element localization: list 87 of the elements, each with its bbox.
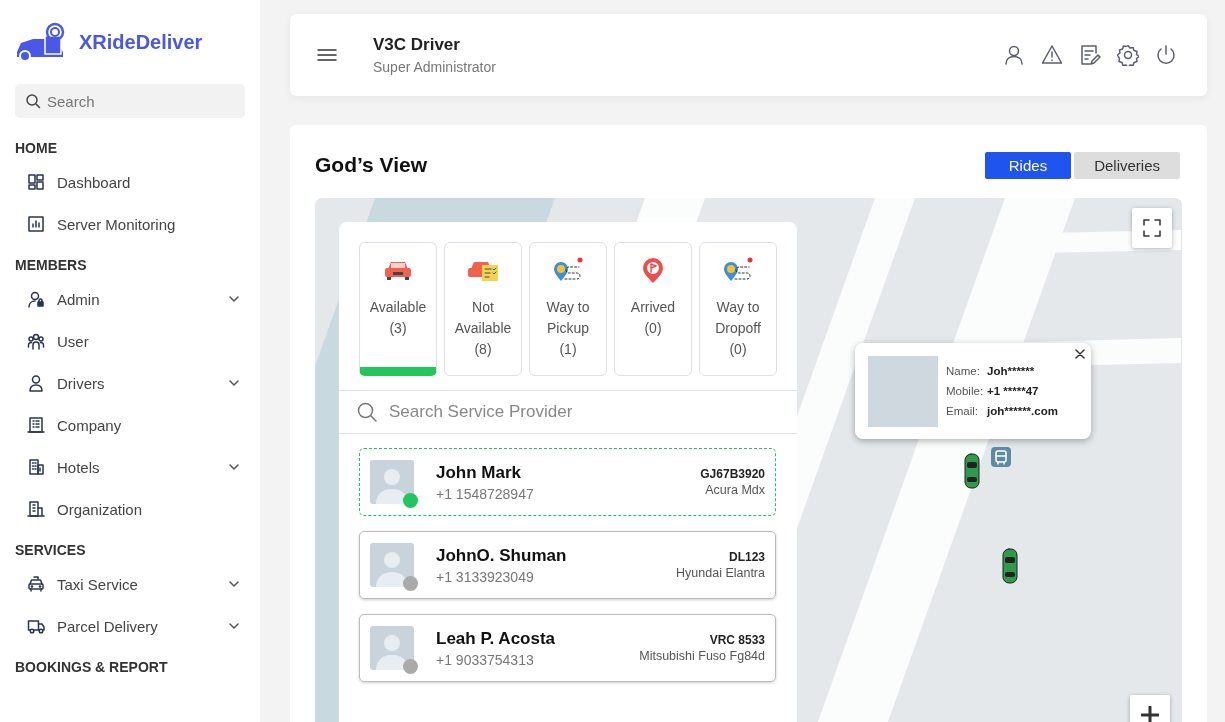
filter-count: (8)	[474, 340, 492, 359]
sidebar-item[interactable]: Company	[15, 404, 245, 446]
filter-count: (1)	[559, 340, 577, 359]
filter-count: (0)	[729, 340, 747, 359]
page-title: God’s View	[315, 153, 428, 177]
avatar-placeholder	[370, 543, 414, 587]
vehicle-model: Acura Mdx	[704, 483, 765, 497]
filter-label: Not Available	[453, 298, 513, 338]
provider-card[interactable]: JohnO. Shuman +1 3133923049 DL123 Hyundai Elantra	[359, 531, 776, 599]
provider-phone: +1 9033754313	[436, 651, 535, 668]
provider-phone: +1 1548728947	[436, 485, 535, 502]
fullscreen-button[interactable]	[1132, 208, 1172, 248]
search-field[interactable]: Search Service Provider	[339, 390, 797, 434]
car-marker-icon	[1002, 548, 1018, 584]
filter-label: Arrived	[629, 298, 677, 317]
plate-number: VRC 8533	[708, 633, 765, 647]
filter-label: Way to Dropoff	[714, 298, 762, 338]
section-heading: MEMBERS	[15, 257, 88, 273]
truck-icon	[27, 617, 45, 635]
field-label: Name:	[946, 365, 981, 377]
sidebar-item[interactable]: Parcel Delivery	[15, 605, 245, 647]
bus-stop-icon	[990, 446, 1012, 468]
users-icon	[27, 332, 45, 350]
photo-placeholder	[868, 355, 938, 427]
field-value: Joh******	[987, 365, 1035, 377]
filter-count: (3)	[389, 319, 407, 338]
vehicle-model: Hyundai Elantra	[676, 566, 765, 580]
status-filter[interactable]: Available (3)	[359, 242, 437, 376]
sidebar-item[interactable]: Drivers	[15, 362, 245, 404]
status-filter[interactable]: Way to Dropoff (0)	[699, 242, 777, 376]
hotel-icon	[27, 458, 45, 476]
avatar-placeholder	[370, 460, 414, 504]
search-icon	[357, 402, 377, 422]
sidebar-item[interactable]: Organization	[15, 488, 245, 530]
sidebar-item[interactable]: User	[15, 320, 245, 362]
provider-name: John Mark	[436, 462, 523, 483]
status-filter[interactable]: Way to Pickup (1)	[529, 242, 607, 376]
tab[interactable]: Rides	[984, 151, 1072, 179]
office-building-icon	[27, 500, 45, 518]
avatar-placeholder	[370, 626, 414, 670]
user-name: V3C Driver	[373, 35, 461, 55]
section-heading: HOME	[15, 140, 58, 156]
bar-chart-icon	[27, 215, 45, 233]
close-icon[interactable]	[1075, 349, 1085, 359]
tab[interactable]: Deliveries	[1074, 151, 1180, 179]
provider-card[interactable]: Leah P. Acosta +1 9033754313 VRC 8533 Mitsubishi Fuso Fg84d	[359, 614, 776, 682]
driver-icon	[27, 374, 45, 392]
vehicle-model: Mitsubishi Fuso Fg84d	[639, 649, 765, 663]
brand-name: XRideDeliver	[79, 30, 203, 54]
plate-number: DL123	[727, 550, 765, 564]
section-heading: SERVICES	[15, 542, 87, 558]
car-marker-icon	[964, 453, 980, 489]
building-icon	[27, 416, 45, 434]
status-filter[interactable]: Arrived (0)	[614, 242, 692, 376]
settings-icon[interactable]	[1117, 44, 1139, 66]
user-lock-icon	[27, 290, 45, 308]
power-icon[interactable]	[1155, 44, 1177, 66]
warning-icon[interactable]	[1041, 44, 1063, 66]
provider-name: Leah P. Acosta	[436, 628, 557, 649]
sidebar-item[interactable]: Server Monitoring	[15, 203, 245, 245]
provider-name: JohnO. Shuman	[436, 545, 568, 566]
section-heading: BOOKINGS & REPORT	[15, 659, 169, 675]
fullscreen-icon	[1143, 219, 1161, 237]
plus-icon	[1141, 706, 1159, 722]
search-icon	[25, 93, 41, 109]
search-field[interactable]: Search	[15, 84, 245, 118]
status-filter[interactable]: Not Available (8)	[444, 242, 522, 376]
plate-number: GJ67B3920	[700, 467, 765, 481]
filter-label: Way to Pickup	[545, 298, 591, 338]
provider-phone: +1 3133923049	[436, 568, 535, 585]
field-label: Mobile:	[946, 385, 984, 397]
filter-label: Available	[368, 298, 428, 317]
taxi-icon	[27, 575, 45, 593]
filter-count: (0)	[644, 319, 662, 338]
field-value: +1 *****47	[987, 385, 1039, 397]
provider-card[interactable]: John Mark +1 1548728947 GJ67B3920 Acura Mdx	[359, 448, 776, 516]
sidebar-item[interactable]: Admin	[15, 278, 245, 320]
edit-document-icon[interactable]	[1079, 44, 1101, 66]
user-role: Super Administrator	[373, 59, 497, 75]
field-label: Email:	[946, 405, 979, 417]
sidebar-item[interactable]: Hotels	[15, 446, 245, 488]
sidebar-item[interactable]: Dashboard	[15, 161, 245, 203]
menu-icon[interactable]	[317, 48, 337, 62]
field-value: joh******.com	[987, 405, 1058, 417]
dashboard-icon	[27, 173, 45, 191]
user-icon[interactable]	[1003, 44, 1025, 66]
sidebar-item[interactable]: Taxi Service	[15, 563, 245, 605]
